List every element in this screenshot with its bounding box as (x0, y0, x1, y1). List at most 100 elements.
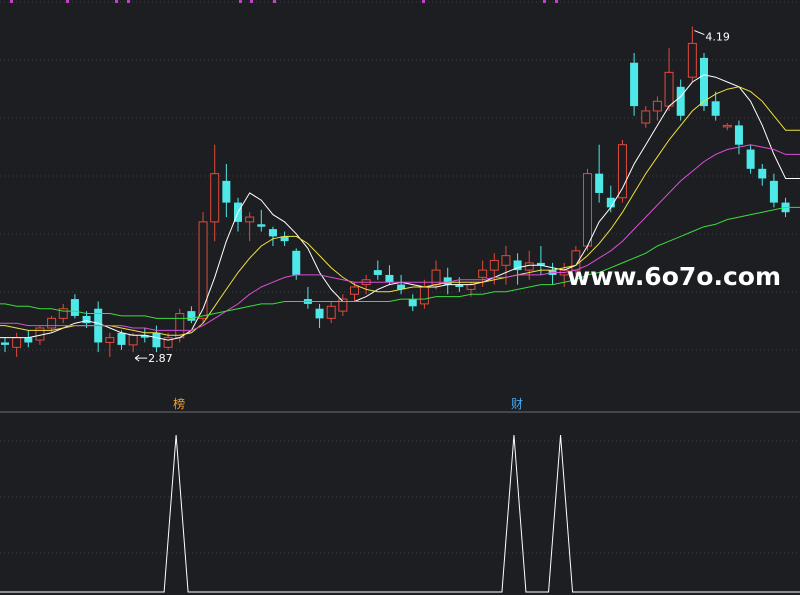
candle (734, 120, 743, 155)
candle (676, 79, 685, 121)
candle-body (35, 327, 45, 341)
candle (501, 246, 511, 285)
candle-body (175, 313, 185, 339)
candle-body (326, 305, 336, 319)
candle-body (82, 315, 91, 324)
candle-body (419, 286, 429, 305)
candle-body (478, 269, 488, 278)
candle-body (630, 62, 639, 107)
candle (397, 274, 406, 295)
candle-body (47, 317, 57, 329)
candle (315, 303, 324, 328)
candle-body (187, 311, 196, 321)
candle-body (652, 100, 662, 112)
marker-dot (10, 0, 13, 3)
candle (105, 332, 115, 357)
marker-dot (239, 0, 242, 3)
candle (234, 197, 242, 232)
signal-line (0, 434, 800, 593)
candle (257, 209, 266, 232)
candle-body (489, 259, 499, 271)
candle (408, 294, 417, 312)
candle-body (198, 221, 208, 319)
marker-dot (555, 0, 558, 3)
candle (722, 123, 732, 131)
candle (746, 144, 755, 174)
candle (280, 231, 289, 246)
candle-body (443, 277, 452, 285)
candle (385, 265, 394, 285)
candle (664, 48, 674, 111)
event-label: 财 (511, 397, 523, 411)
candle-body (385, 274, 394, 283)
candle (583, 168, 592, 251)
candle-body (524, 262, 534, 271)
candle-body (583, 173, 592, 247)
candle-body (373, 270, 382, 275)
candle (222, 164, 231, 218)
candle (548, 262, 557, 285)
candle (268, 226, 277, 246)
candle-body (700, 57, 708, 107)
candle-body (315, 308, 324, 319)
marker-dot (422, 0, 425, 3)
marker-dot (543, 0, 546, 3)
candle (769, 173, 778, 208)
high-price-label: 4.19 (705, 31, 730, 44)
candle-body (746, 149, 755, 169)
candle (595, 144, 604, 203)
marker-dot (250, 0, 253, 3)
candle-body (676, 86, 685, 116)
candle-body (501, 255, 511, 266)
low-price-label: 2.87 (148, 352, 173, 365)
candles (1, 26, 790, 357)
candle (338, 294, 348, 316)
candle-body (70, 299, 79, 316)
candle (361, 274, 371, 295)
candle (245, 212, 255, 242)
candle (326, 301, 336, 324)
sub-grid (0, 440, 800, 554)
candle-body (152, 332, 161, 348)
marker-dot (127, 0, 130, 3)
candle (443, 267, 452, 295)
candle-body (722, 124, 732, 128)
marker-dot (273, 0, 276, 3)
candle (128, 332, 138, 353)
candle-body (257, 224, 266, 227)
main-grid (0, 1, 800, 351)
event-label: 榜 (173, 396, 185, 411)
candle-body (210, 173, 220, 223)
candle-body (758, 168, 767, 179)
candle (606, 185, 615, 213)
candle-body (687, 42, 697, 78)
candle-body (105, 337, 115, 343)
chart-stage: 2.87 4.19 榜 财 www.6o7o.com (0, 0, 800, 595)
candle (303, 287, 312, 309)
candle (419, 279, 429, 309)
candle-body (769, 180, 778, 203)
candle-body (711, 101, 720, 116)
annotations: 2.87 4.19 榜 财 (134, 30, 730, 411)
candle-body (466, 284, 476, 290)
candle-body (641, 110, 651, 124)
candle-body (222, 180, 231, 203)
candle (58, 303, 68, 324)
candle (198, 212, 208, 324)
candle (70, 294, 79, 319)
stock-chart: 2.87 4.19 榜 财 www.6o7o.com (0, 0, 800, 593)
candle-body (664, 71, 674, 107)
candle-body (268, 229, 277, 237)
candle-body (1, 342, 9, 345)
watermark-text: www.6o7o.com (567, 262, 781, 291)
candle (630, 53, 639, 116)
candle (373, 260, 382, 280)
candle-body (128, 334, 138, 346)
marker-dot (66, 0, 69, 3)
candle-body (117, 332, 126, 345)
high-pointer (694, 30, 705, 35)
ma-line-3 (0, 144, 800, 331)
candle (758, 164, 767, 186)
candle (24, 330, 33, 348)
candle-body (292, 250, 301, 275)
